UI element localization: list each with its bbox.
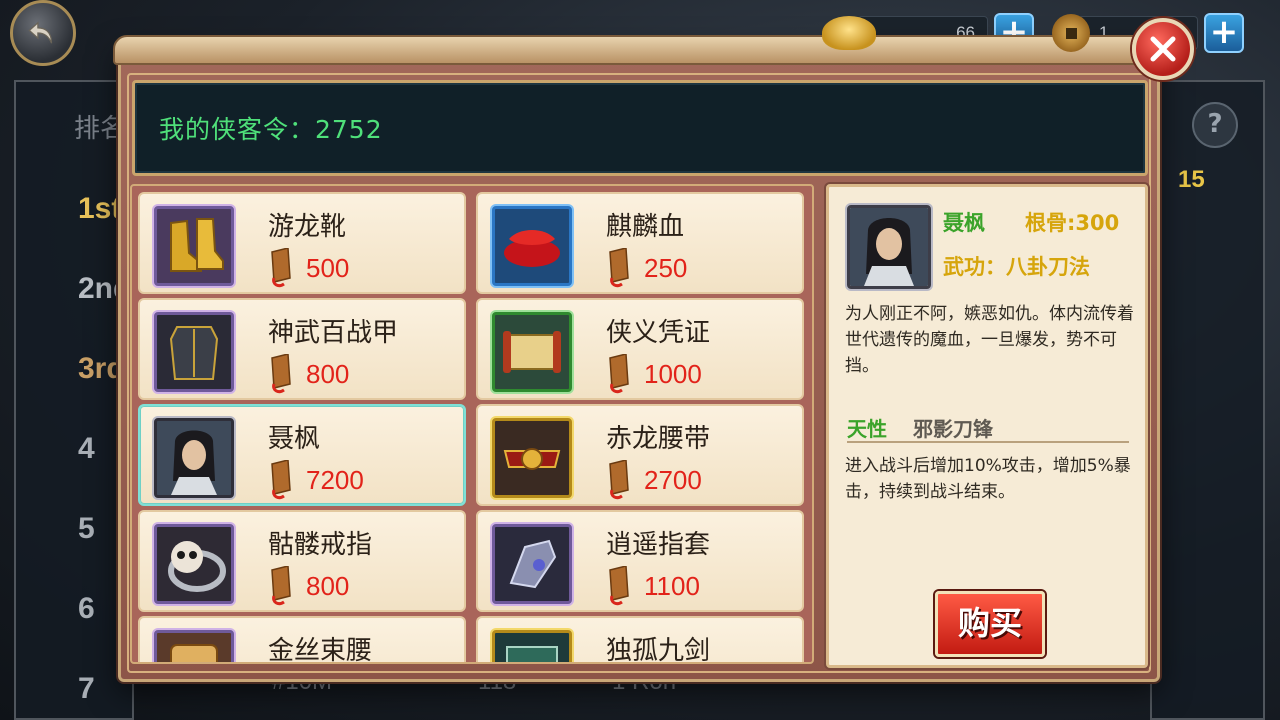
help-button[interactable]: ? bbox=[1192, 102, 1238, 148]
item-price: 2700 bbox=[606, 460, 702, 500]
sword-manual-icon bbox=[492, 630, 572, 662]
hero-name: 聂枫 bbox=[943, 211, 985, 235]
item-price: 1000 bbox=[606, 354, 702, 394]
gauntlet-icon bbox=[492, 524, 572, 604]
trait-name: 邪影刀锋 bbox=[913, 416, 993, 441]
item-card[interactable]: 麒麟血 250 bbox=[476, 192, 804, 294]
token-icon bbox=[271, 354, 291, 394]
price-value: 2700 bbox=[644, 464, 702, 495]
item-card[interactable]: 逍遥指套 1100 bbox=[476, 510, 804, 612]
ranking-panel bbox=[14, 80, 134, 720]
item-card[interactable]: 独孤九剑 bbox=[476, 616, 804, 664]
skull-ring-icon bbox=[154, 524, 234, 604]
token-balance: 我的侠客令：2752 bbox=[132, 80, 1148, 176]
waist-wrap-icon bbox=[154, 630, 234, 662]
item-card[interactable]: 金丝束腰 bbox=[138, 616, 466, 664]
rank-1: 1st bbox=[78, 192, 122, 225]
item-detail-panel: 聂枫 根骨:300 武功：八卦刀法 为人刚正不阿，嫉恶如仇。体内流传着世代遗传的… bbox=[826, 184, 1148, 668]
item-name: 独孤九剑 bbox=[606, 636, 711, 664]
trait-label: 天性 bbox=[847, 416, 887, 441]
item-price: 250 bbox=[606, 248, 687, 288]
back-button[interactable] bbox=[10, 0, 76, 66]
item-card[interactable]: 赤龙腰带 2700 bbox=[476, 404, 804, 506]
item-card[interactable]: 侠义凭证 1000 bbox=[476, 298, 804, 400]
rank-4: 4 bbox=[78, 432, 95, 465]
item-price: 1100 bbox=[606, 566, 700, 606]
item-card[interactable]: 游龙靴 500 bbox=[138, 192, 466, 294]
side-panel bbox=[1150, 80, 1265, 720]
token-icon bbox=[271, 566, 291, 606]
price-value: 1100 bbox=[644, 570, 700, 601]
hero-description: 为人刚正不阿，嫉恶如仇。体内流传着世代遗传的魔血，一旦爆发，势不可挡。 bbox=[845, 304, 1134, 376]
token-icon bbox=[271, 460, 291, 500]
item-name: 赤龙腰带 bbox=[606, 424, 711, 454]
item-price: 7200 bbox=[268, 460, 364, 500]
token-icon bbox=[271, 248, 291, 288]
item-card[interactable]: 神武百战甲 800 bbox=[138, 298, 466, 400]
rank-6: 6 bbox=[78, 592, 95, 625]
rank-5: 5 bbox=[78, 512, 95, 545]
trait-description: 进入战斗后增加10%攻击，增加5%暴击，持续到战斗结束。 bbox=[845, 456, 1131, 502]
boots-icon bbox=[154, 206, 234, 286]
hero-portrait bbox=[847, 205, 931, 289]
item-card-selected[interactable]: 聂枫 7200 bbox=[138, 404, 466, 506]
buy-button[interactable]: 购买 bbox=[935, 591, 1045, 657]
price-value: 500 bbox=[306, 252, 350, 283]
back-arrow-icon bbox=[28, 21, 53, 44]
price-value: 800 bbox=[306, 570, 350, 601]
rank-7: 7 bbox=[78, 672, 95, 705]
item-name: 神武百战甲 bbox=[268, 318, 399, 348]
item-card[interactable]: 骷髅戒指 800 bbox=[138, 510, 466, 612]
price-value: 250 bbox=[644, 252, 688, 283]
gold-ingot-icon bbox=[822, 16, 876, 50]
add-copper-button[interactable]: + bbox=[1204, 13, 1244, 53]
item-price: 500 bbox=[268, 248, 349, 288]
hero-portrait-icon bbox=[850, 208, 928, 286]
blood-icon bbox=[492, 206, 572, 286]
side-count: 15 bbox=[1178, 166, 1205, 193]
armor-icon bbox=[154, 312, 234, 392]
trait-row: 天性 邪影刀锋 bbox=[847, 413, 1129, 443]
token-icon bbox=[609, 566, 629, 606]
item-price: 800 bbox=[268, 354, 349, 394]
price-value: 800 bbox=[306, 358, 350, 389]
price-value: 1000 bbox=[644, 358, 702, 389]
scroll-icon bbox=[492, 312, 572, 392]
copper-coin-icon bbox=[1052, 14, 1090, 52]
item-name: 麒麟血 bbox=[606, 212, 685, 242]
price-value: 7200 bbox=[306, 464, 364, 495]
hero-skill: 武功：八卦刀法 bbox=[943, 255, 1090, 279]
item-name: 游龙靴 bbox=[268, 212, 347, 242]
item-name: 逍遥指套 bbox=[606, 530, 711, 560]
token-icon bbox=[609, 248, 629, 288]
hero-portrait-icon bbox=[154, 418, 234, 498]
item-name: 侠义凭证 bbox=[606, 318, 711, 348]
hero-bone-stat: 根骨:300 bbox=[1025, 211, 1120, 235]
item-grid[interactable]: 游龙靴 500 麒麟血 250 神武百战甲 800 侠义凭证 1000 聂枫 7… bbox=[130, 184, 814, 664]
close-button[interactable] bbox=[1132, 18, 1194, 80]
token-icon bbox=[609, 354, 629, 394]
item-name: 金丝束腰 bbox=[268, 636, 373, 664]
close-icon bbox=[1150, 36, 1176, 62]
item-price: 800 bbox=[268, 566, 349, 606]
item-name: 聂枫 bbox=[268, 424, 321, 454]
item-name: 骷髅戒指 bbox=[268, 530, 373, 560]
belt-icon bbox=[492, 418, 572, 498]
token-icon bbox=[609, 460, 629, 500]
